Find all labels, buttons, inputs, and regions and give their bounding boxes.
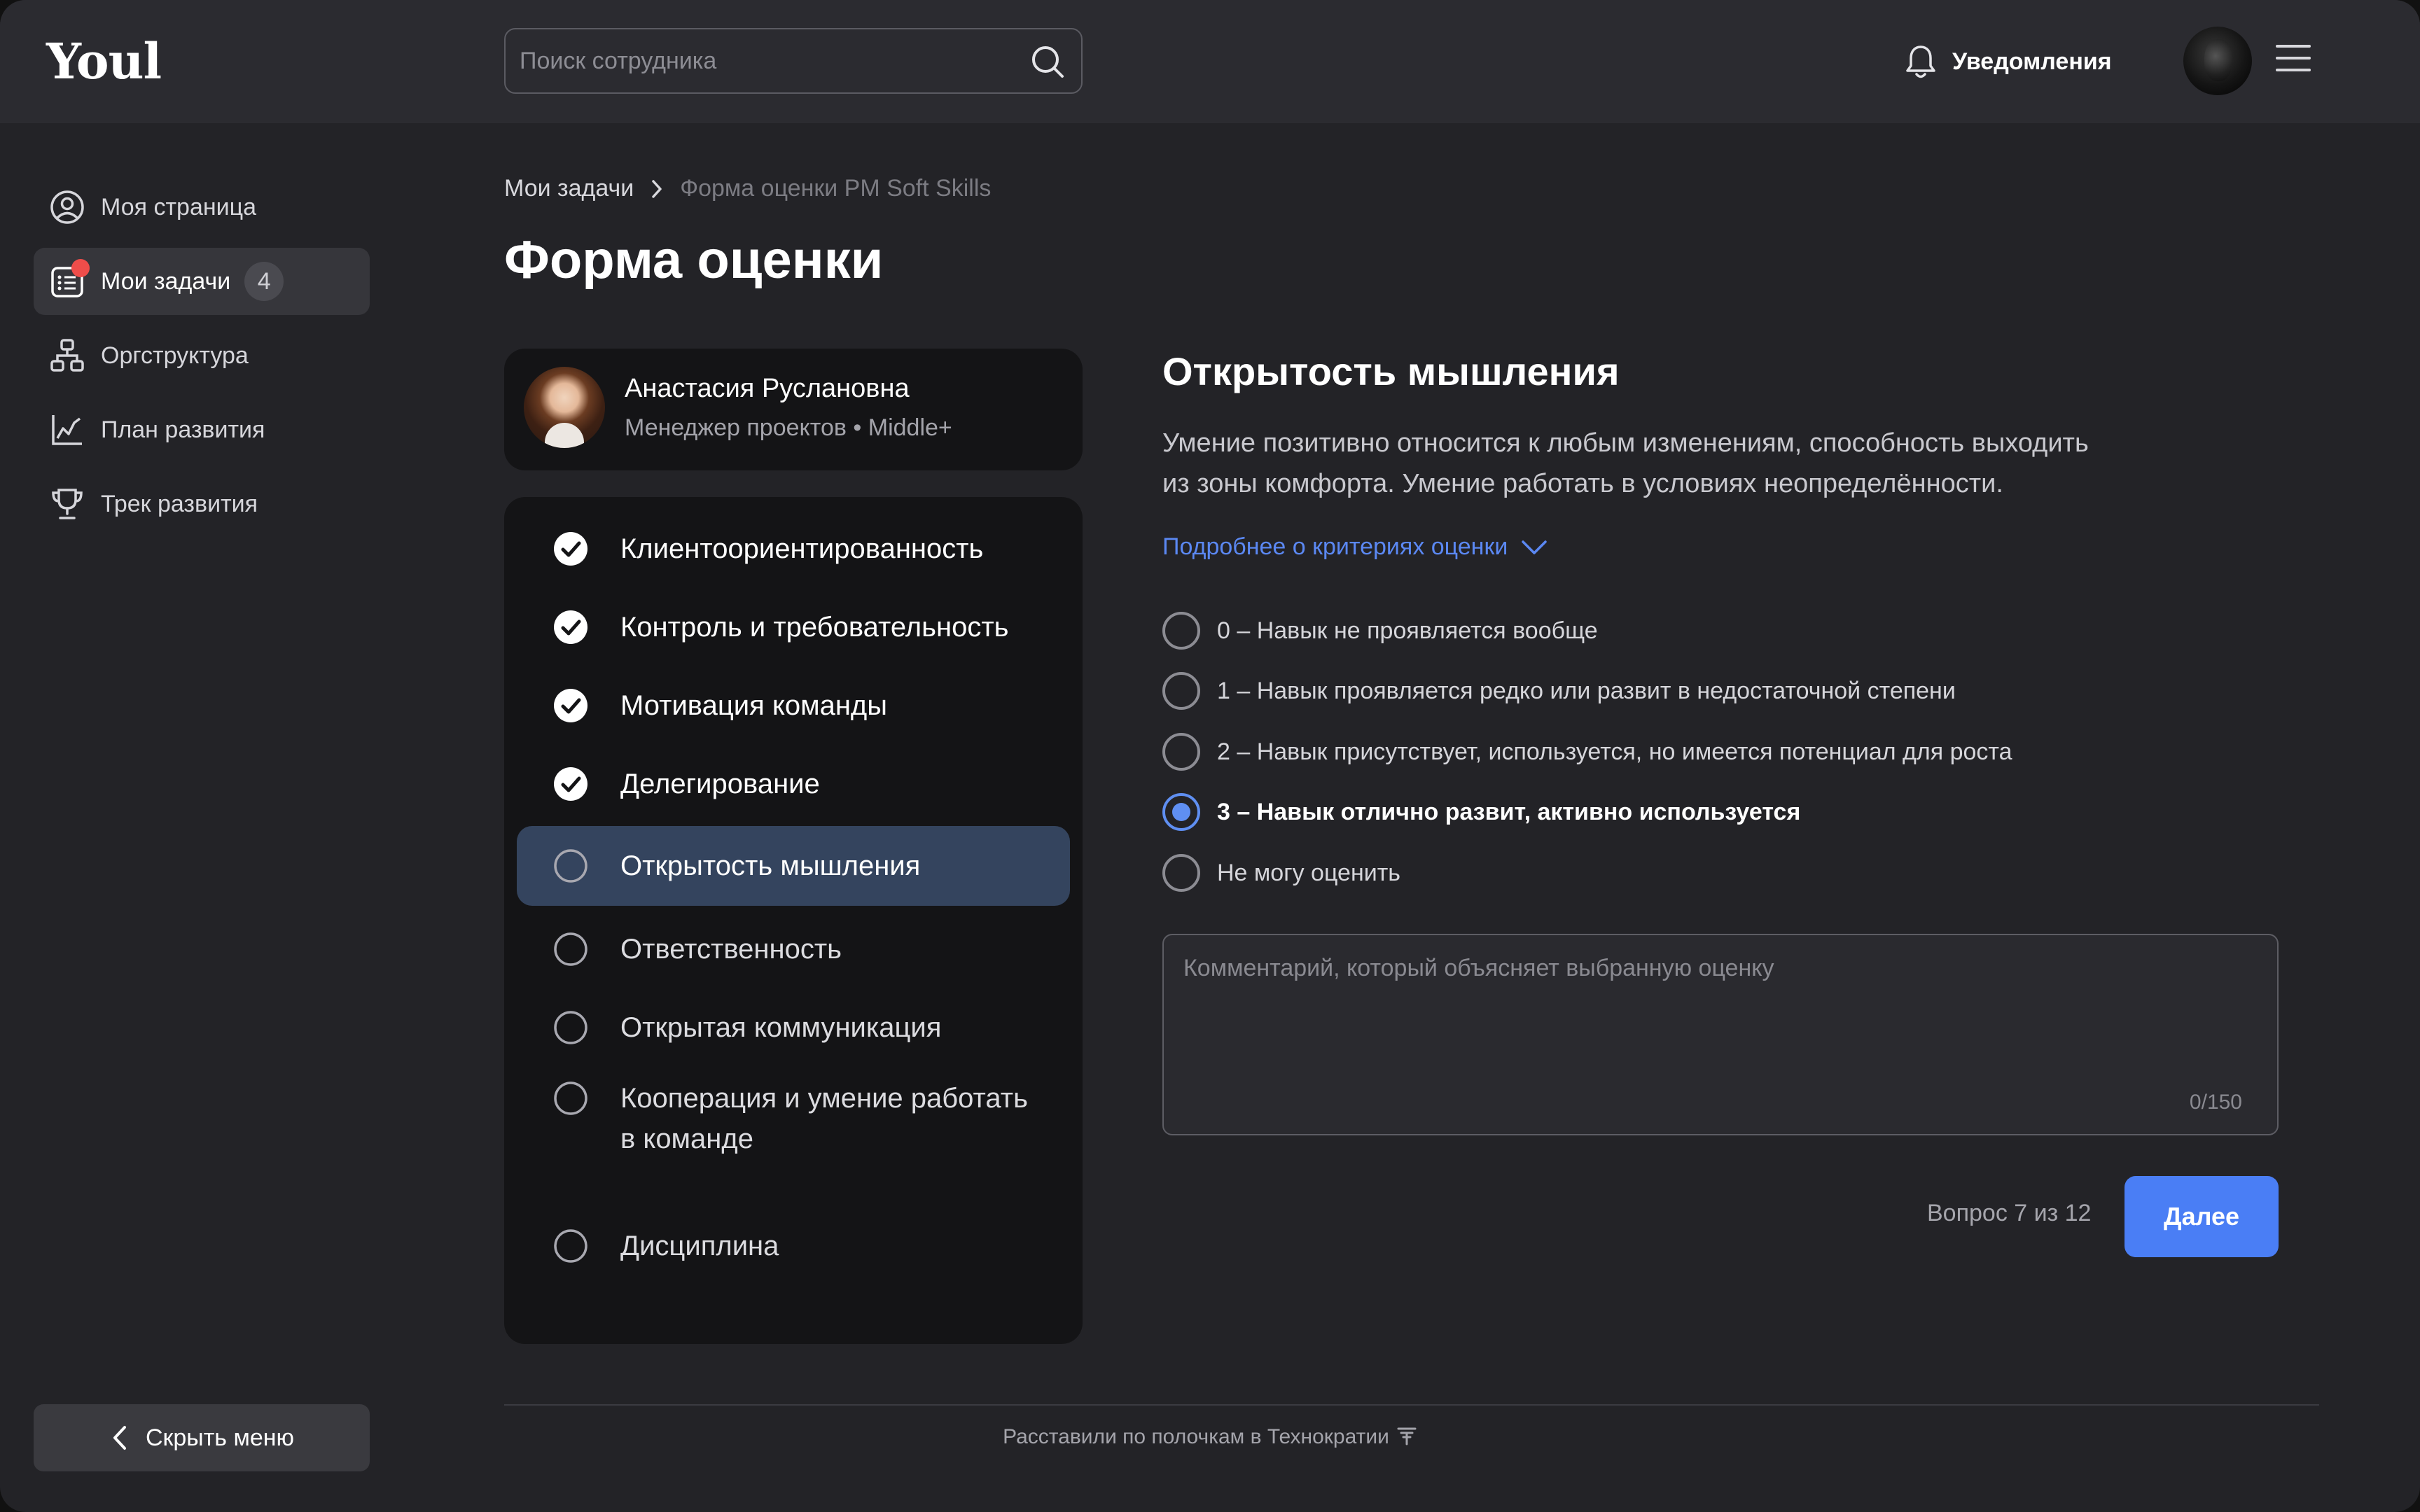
empty-circle-icon xyxy=(554,1229,587,1263)
criterion-item[interactable]: Ответственность xyxy=(517,910,1070,988)
radio-button[interactable] xyxy=(1162,733,1200,771)
rating-option-2[interactable]: 2 – Навык присутствует, используется, но… xyxy=(1162,732,2012,772)
sidebar-item-org-structure[interactable]: Оргструктура xyxy=(34,322,370,389)
criteria-details-link[interactable]: Подробнее о критериях оценки xyxy=(1162,533,1548,561)
question-title: Открытость мышления xyxy=(1162,349,1620,393)
breadcrumb-link-my-tasks[interactable]: Мои задачи xyxy=(504,175,634,202)
employee-name: Анастасия Руслановна xyxy=(625,374,910,403)
footer: Расставили по полочкам в Технократии xyxy=(0,1425,2420,1449)
user-avatar[interactable] xyxy=(2183,27,2252,95)
employee-role: Менеджер проектов • Middle+ xyxy=(625,414,952,441)
criterion-label: Делегирование xyxy=(620,769,820,799)
trophy-icon xyxy=(49,486,85,522)
criterion-label: Открытая коммуникация xyxy=(620,1012,942,1043)
app-window: Youl Уведомления Моя страница xyxy=(0,0,2420,1512)
tasks-icon xyxy=(49,259,90,300)
rating-option-label: 3 – Навык отлично развит, активно исполь… xyxy=(1217,798,1801,825)
employee-avatar xyxy=(524,367,605,448)
chevron-right-icon xyxy=(652,179,662,198)
rating-option-cannot-rate[interactable]: Не могу оценить xyxy=(1162,853,1400,893)
logo[interactable]: Youl xyxy=(46,32,162,90)
criterion-item[interactable]: Контроль и требовательность xyxy=(517,588,1070,666)
tasks-count-badge: 4 xyxy=(244,262,284,301)
question-progress: Вопрос 7 из 12 xyxy=(1927,1200,2092,1226)
employee-card: Анастасия Руслановна Менеджер проектов •… xyxy=(504,349,1083,470)
sidebar-item-development-track[interactable]: Трек развития xyxy=(34,470,370,538)
criterion-label: Дисциплина xyxy=(620,1231,779,1261)
notifications-label: Уведомления xyxy=(1952,48,2112,75)
chevron-down-icon xyxy=(1522,540,1548,554)
sidebar-item-my-page[interactable]: Моя страница xyxy=(34,174,370,241)
char-counter: 0/150 xyxy=(2189,1091,2242,1114)
criterion-label: Открытость мышления xyxy=(620,850,921,881)
top-header: Youl Уведомления xyxy=(0,0,2420,123)
rating-option-label: 0 – Навык не проявляется вообще xyxy=(1217,617,1598,644)
radio-button-selected[interactable] xyxy=(1162,793,1200,831)
sidebar-item-label: План развития xyxy=(101,416,265,443)
sidebar-item-development-plan[interactable]: План развития xyxy=(34,396,370,463)
comment-box[interactable]: 0/150 xyxy=(1162,934,2279,1135)
sidebar-item-label: Моя страница xyxy=(101,193,257,220)
question-description: Умение позитивно относится к любым измен… xyxy=(1162,428,2089,498)
check-circle-icon xyxy=(554,689,587,722)
empty-circle-icon xyxy=(554,849,587,883)
comment-textarea[interactable] xyxy=(1183,955,2255,1095)
radio-button[interactable] xyxy=(1162,672,1200,710)
next-button[interactable]: Далее xyxy=(2125,1176,2279,1257)
criterion-label: Кооперация и умение работать в команде xyxy=(620,1083,1028,1154)
empty-circle-icon xyxy=(554,1082,587,1115)
search-input[interactable] xyxy=(520,29,1010,92)
bell-icon xyxy=(1906,46,1935,78)
rating-option-1[interactable]: 1 – Навык проявляется редко или развит в… xyxy=(1162,671,1956,711)
radio-button[interactable] xyxy=(1162,854,1200,892)
criterion-item[interactable]: Дисциплина xyxy=(517,1207,1070,1285)
criteria-link-label: Подробнее о критериях оценки xyxy=(1162,533,1508,560)
empty-circle-icon xyxy=(554,932,587,966)
search-box[interactable] xyxy=(504,28,1083,94)
criterion-item-active[interactable]: Открытость мышления xyxy=(517,826,1070,906)
technocracy-logo-icon[interactable] xyxy=(1396,1425,1417,1446)
criterion-item[interactable]: Клиентоориентированность xyxy=(517,510,1070,588)
breadcrumb-current: Форма оценки PM Soft Skills xyxy=(680,175,992,202)
sidebar-item-label: Мои задачи xyxy=(101,267,231,295)
check-circle-icon xyxy=(554,532,587,566)
page-title: Форма оценки xyxy=(504,230,884,290)
radio-button[interactable] xyxy=(1162,612,1200,650)
criterion-label: Контроль и требовательность xyxy=(620,612,1009,643)
criterion-item[interactable]: Открытая коммуникация xyxy=(517,988,1070,1067)
sidebar-item-my-tasks[interactable]: Мои задачи 4 xyxy=(34,248,370,315)
check-circle-icon xyxy=(554,767,587,801)
criterion-label: Ответственность xyxy=(620,934,842,965)
criterion-label: Мотивация команды xyxy=(620,690,887,721)
empty-circle-icon xyxy=(554,1011,587,1044)
hamburger-menu-icon[interactable] xyxy=(2276,45,2311,76)
criterion-label: Клиентоориентированность xyxy=(620,533,984,564)
check-circle-icon xyxy=(554,610,587,644)
notification-dot xyxy=(71,259,90,277)
criterion-item[interactable]: Кооперация и умение работать в команде xyxy=(517,1081,1070,1172)
sidebar-item-label: Оргструктура xyxy=(101,342,249,369)
rating-option-label: Не могу оценить xyxy=(1217,859,1401,886)
notifications-button[interactable]: Уведомления xyxy=(1903,41,2112,83)
rating-option-label: 2 – Навык присутствует, используется, но… xyxy=(1217,738,2012,765)
breadcrumb: Мои задачи Форма оценки PM Soft Skills xyxy=(504,175,991,202)
sidebar-item-label: Трек развития xyxy=(101,490,258,517)
search-icon[interactable] xyxy=(1029,43,1066,80)
org-structure-icon xyxy=(49,337,85,374)
user-circle-icon xyxy=(49,189,85,225)
footer-divider xyxy=(504,1404,2319,1406)
criterion-item[interactable]: Делегирование xyxy=(517,745,1070,823)
rating-option-3[interactable]: 3 – Навык отлично развит, активно исполь… xyxy=(1162,792,1800,832)
footer-text: Расставили по полочкам в Технократии xyxy=(1003,1425,1389,1448)
chart-icon xyxy=(49,412,85,448)
criteria-list: Клиентоориентированность Контроль и треб… xyxy=(504,497,1083,1344)
rating-option-label: 1 – Навык проявляется редко или развит в… xyxy=(1217,677,1956,704)
rating-option-0[interactable]: 0 – Навык не проявляется вообще xyxy=(1162,610,1598,651)
criterion-item[interactable]: Мотивация команды xyxy=(517,666,1070,745)
